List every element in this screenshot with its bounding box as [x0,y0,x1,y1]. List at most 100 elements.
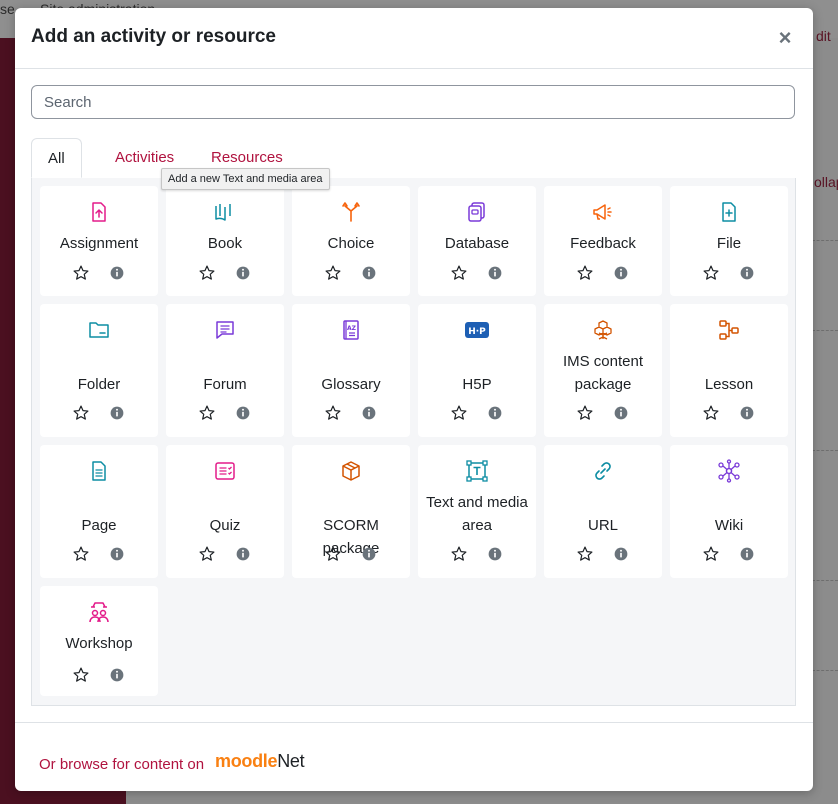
activity-chooser-modal: Add an activity or resource × All Activi… [15,8,813,791]
assignment-icon [87,200,111,224]
activity-name: Quiz [209,517,241,534]
page-icon [87,459,111,483]
activity-name: H5P [462,376,492,393]
choice-icon [339,200,363,224]
background-divider [812,330,838,331]
info-icon[interactable] [612,264,630,282]
star-icon[interactable] [450,404,468,422]
activity-name: Lesson [704,376,754,393]
activity-name: URL [587,517,618,534]
star-icon[interactable] [198,404,216,422]
activity-card[interactable]: Wiki [670,445,788,578]
info-icon[interactable] [486,545,504,563]
activity-card[interactable]: Database [418,186,536,296]
activity-name: Text and media area [426,494,528,534]
star-icon[interactable] [324,264,342,282]
activity-card[interactable]: Forum [166,304,284,437]
activity-name: Database [444,235,510,252]
activity-name: Assignment [59,235,139,252]
info-icon[interactable] [234,264,252,282]
star-icon[interactable] [72,264,90,282]
star-icon[interactable] [198,545,216,563]
info-icon[interactable] [108,666,126,684]
svg-text:AZ: AZ [347,325,357,332]
info-icon[interactable] [486,264,504,282]
activity-card[interactable]: Workshop [40,586,158,696]
activity-name: Glossary [321,376,381,393]
star-icon[interactable] [450,545,468,563]
info-icon[interactable] [612,545,630,563]
activity-card[interactable]: Assignment [40,186,158,296]
background-topbar-fragment: se [0,1,15,17]
star-icon[interactable] [576,545,594,563]
background-divider [812,670,838,671]
star-icon[interactable] [702,545,720,563]
glossary-icon: AZ [339,318,363,342]
workshop-icon [87,600,111,624]
text-media-icon [465,459,489,483]
activity-card[interactable]: Text and media area [418,445,536,578]
info-icon[interactable] [108,404,126,422]
star-icon[interactable] [198,264,216,282]
activity-card[interactable]: Folder [40,304,158,437]
info-icon[interactable] [738,264,756,282]
activity-grid: Assignment Book Choice Database Feedback File… [31,178,796,706]
svg-text:H·P: H·P [468,327,486,337]
activity-name: Feedback [570,235,636,252]
star-icon[interactable] [324,404,342,422]
search-input[interactable] [31,85,795,119]
info-icon[interactable] [486,404,504,422]
info-icon[interactable] [108,264,126,282]
info-icon[interactable] [738,545,756,563]
database-icon [465,200,489,224]
activity-card[interactable]: Page [40,445,158,578]
close-button[interactable]: × [775,27,795,49]
info-icon[interactable] [360,404,378,422]
activity-name: Book [207,235,243,252]
star-icon[interactable] [576,404,594,422]
star-icon[interactable] [72,545,90,563]
info-icon[interactable] [360,264,378,282]
star-icon[interactable] [72,666,90,684]
url-icon [591,459,615,483]
star-icon[interactable] [72,404,90,422]
background-divider [812,580,838,581]
background-divider [812,450,838,451]
info-icon[interactable] [234,404,252,422]
activity-card[interactable]: URL [544,445,662,578]
star-icon[interactable] [324,545,342,563]
star-icon[interactable] [450,264,468,282]
folder-icon [87,318,111,342]
modal-footer: Or browse for content on moodleNet [15,722,813,792]
activity-card[interactable]: SCORM package [292,445,410,578]
info-icon[interactable] [360,545,378,563]
info-icon[interactable] [738,404,756,422]
tab-bar: All Activities Resources [31,138,796,179]
activity-card[interactable]: Feedback [544,186,662,296]
activity-name: Forum [203,376,247,393]
activity-card[interactable]: AZ Glossary [292,304,410,437]
activity-name: SCORM package [322,517,380,557]
tab-all[interactable]: All [31,138,82,178]
activity-card[interactable]: Quiz [166,445,284,578]
activity-card[interactable]: Lesson [670,304,788,437]
info-icon[interactable] [108,545,126,563]
background-edit-link: dit [816,28,831,44]
star-icon[interactable] [576,264,594,282]
star-icon[interactable] [702,404,720,422]
activity-card[interactable]: File [670,186,788,296]
info-icon[interactable] [612,404,630,422]
forum-icon [213,318,237,342]
activity-name: Choice [327,235,375,252]
activity-name: File [716,235,742,252]
activity-card[interactable]: Choice [292,186,410,296]
star-icon[interactable] [702,264,720,282]
info-icon[interactable] [234,545,252,563]
moodlenet-link[interactable]: moodleNet [215,751,305,772]
activity-name: Page [81,517,117,534]
activity-name: Workshop [65,635,133,652]
activity-card[interactable]: H·P H5P [418,304,536,437]
activity-card[interactable]: IMS content package [544,304,662,437]
activity-card[interactable]: Book [166,186,284,296]
book-icon [213,200,237,224]
